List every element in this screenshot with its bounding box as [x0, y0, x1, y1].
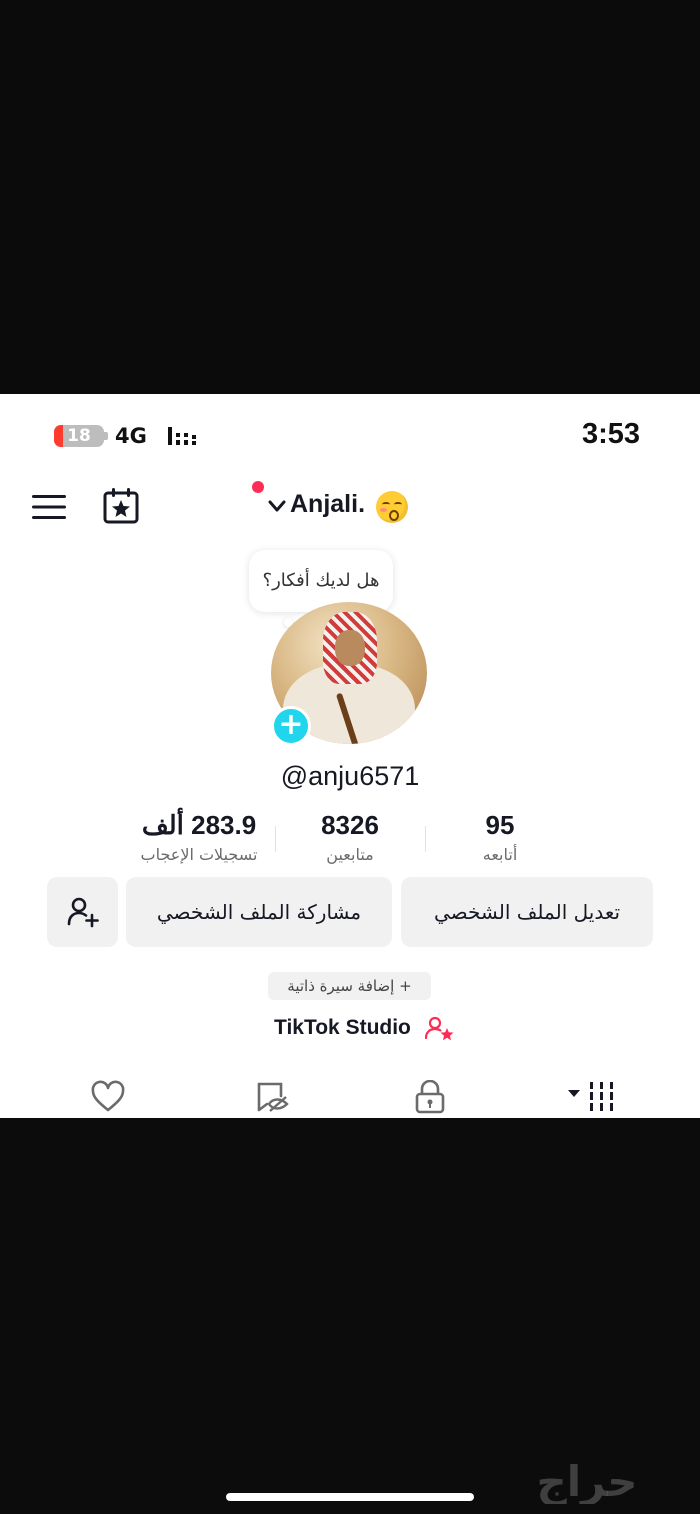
profile-handle: @anju6571 [280, 761, 420, 791]
account-switcher-username[interactable]: Anjali. [290, 490, 365, 519]
likes-stat: 283.9 ألف تسجيلات الإعجاب [124, 810, 274, 864]
following-label: أتابعه [482, 845, 518, 864]
battery-indicator: 18 [54, 425, 104, 447]
network-type: 4G [115, 424, 147, 448]
likes-value: 283.9 ألف [141, 810, 257, 840]
home-indicator [226, 1493, 474, 1501]
hidden-repost-tab-icon[interactable] [255, 1080, 291, 1114]
status-time: 3:53 [581, 418, 640, 450]
tiktok-profile-screen: 18 4G 3:53 Anjali. هل لديك أفكار؟ + @anj… [0, 394, 700, 1118]
top-black-bar [0, 0, 700, 394]
notification-dot [252, 481, 264, 493]
tiktok-studio-link[interactable]: TikTok Studio [274, 1016, 411, 1040]
add-bio-button[interactable]: + إضافة سيرة ذاتية [268, 972, 431, 1000]
kissing-face-emoji-icon [376, 491, 408, 523]
svg-text:حراج: حراج [536, 1458, 637, 1504]
haraj-logo-watermark: حراج [536, 1458, 637, 1504]
ideas-bubble[interactable]: هل لديك أفكار؟ [249, 550, 393, 612]
signal-icon [168, 427, 196, 445]
likes-label: تسجيلات الإعجاب [140, 845, 258, 864]
following-value: 95 [485, 810, 515, 840]
add-friends-button[interactable] [47, 877, 118, 947]
followers-label: متابعين [326, 845, 374, 864]
videos-grid-tab-icon[interactable] [566, 1080, 618, 1114]
chevron-down-icon[interactable] [267, 498, 287, 514]
battery-cap [104, 432, 108, 440]
liked-heart-tab-icon[interactable] [90, 1080, 126, 1114]
add-story-plus-icon[interactable]: + [271, 706, 311, 746]
edit-profile-button[interactable]: تعديل الملف الشخصي [401, 877, 653, 947]
followers-stat[interactable]: 8326 متابعين [275, 810, 425, 864]
hamburger-menu-icon[interactable] [32, 494, 66, 520]
battery-level: 18 [67, 426, 91, 446]
creator-star-icon [425, 1016, 454, 1041]
calendar-star-icon[interactable] [103, 488, 139, 524]
private-lock-tab-icon[interactable] [414, 1080, 446, 1114]
share-profile-button[interactable]: مشاركة الملف الشخصي [126, 877, 392, 947]
followers-value: 8326 [321, 810, 379, 840]
following-stat[interactable]: 95 أتابعه [425, 810, 575, 864]
add-user-icon [67, 897, 99, 928]
